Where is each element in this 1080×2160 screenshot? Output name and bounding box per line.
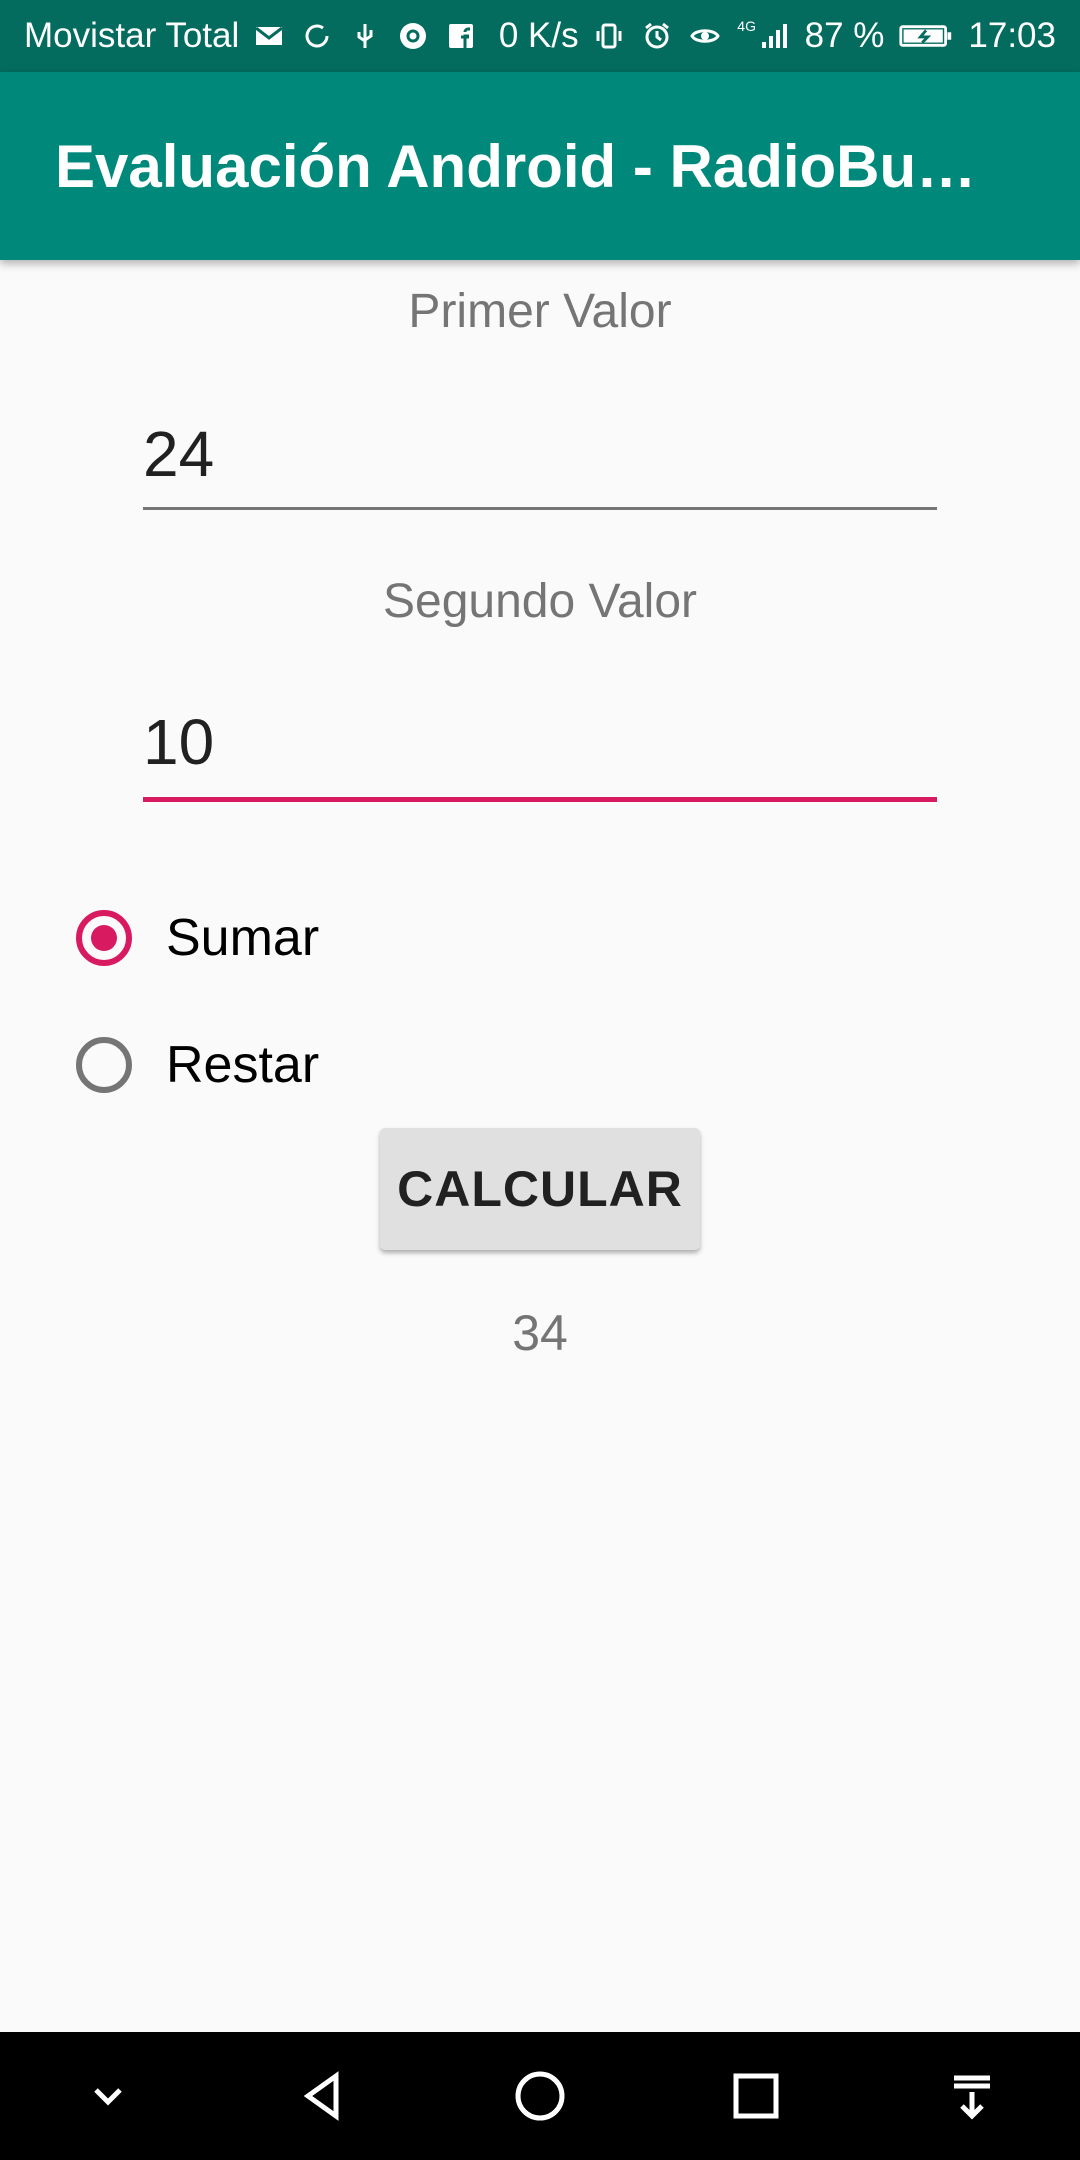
sync-icon: [299, 18, 335, 54]
vibrate-icon: [591, 18, 627, 54]
calculate-button[interactable]: CALCULAR: [380, 1128, 700, 1250]
app-toolbar: Evaluación Android - RadioBu…: [0, 72, 1080, 260]
app-title: Evaluación Android - RadioBu…: [55, 132, 977, 200]
network-speed: 0 K/s: [498, 16, 579, 55]
usb-icon: [347, 18, 383, 54]
result-text: 34: [512, 1305, 568, 1361]
navigation-bar: [0, 2032, 1080, 2160]
back-icon[interactable]: [279, 2051, 369, 2141]
collapse-icon[interactable]: [63, 2051, 153, 2141]
first-value-label: Primer Valor: [408, 285, 672, 338]
notification-pull-icon[interactable]: [927, 2051, 1017, 2141]
clock: 17:03: [968, 16, 1056, 55]
signal-icon: 4G: [735, 18, 793, 54]
alarm-icon: [639, 18, 675, 54]
recents-icon[interactable]: [711, 2051, 801, 2141]
radio-sumar-label[interactable]: Sumar: [166, 908, 319, 968]
radio-sumar[interactable]: Sumar: [76, 908, 319, 968]
first-value-input[interactable]: 24: [143, 422, 937, 486]
network-type: 4G: [737, 18, 756, 34]
radio-unchecked-icon[interactable]: [76, 1037, 132, 1093]
radio-checked-icon[interactable]: [76, 910, 132, 966]
eye-icon: [687, 18, 723, 54]
second-value-label: Segundo Valor: [382, 575, 697, 628]
second-value-underline: [143, 797, 937, 802]
first-value-underline: [143, 507, 937, 510]
radio-restar-label[interactable]: Restar: [166, 1035, 319, 1095]
battery-percent: 87 %: [804, 16, 885, 55]
mail-icon: [251, 18, 287, 54]
battery-charging-icon: [896, 18, 956, 54]
second-value-input[interactable]: 10: [143, 710, 937, 774]
radio-restar[interactable]: Restar: [76, 1035, 319, 1095]
status-bar: Movistar Total 0 K/s 4G 87 % 17:03: [0, 0, 1080, 72]
home-icon[interactable]: [495, 2051, 585, 2141]
chrome-icon: [395, 18, 431, 54]
carrier-name: Movistar Total: [24, 16, 240, 55]
facebook-icon: [443, 18, 479, 54]
